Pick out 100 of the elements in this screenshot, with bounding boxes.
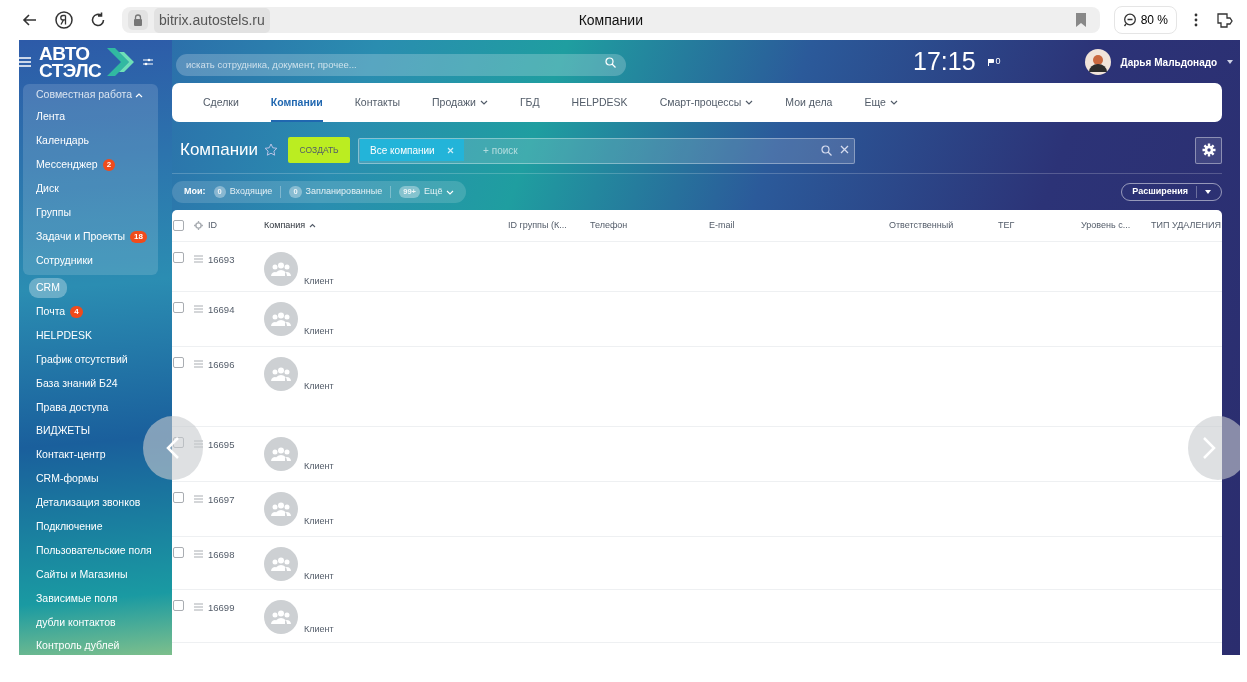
sidebar-item[interactable]: Подключение bbox=[36, 518, 103, 535]
zoom-button[interactable]: 80 % bbox=[1113, 6, 1177, 34]
sidebar-item[interactable]: Группы bbox=[36, 205, 71, 221]
caret-icon[interactable] bbox=[479, 100, 488, 105]
flag-icon[interactable] bbox=[987, 58, 994, 66]
nav-tab[interactable]: Мои дела bbox=[769, 83, 849, 122]
browser-logo-icon[interactable] bbox=[54, 10, 74, 30]
sidebar-item[interactable]: Права доступа bbox=[36, 399, 109, 416]
sidebar-item[interactable]: HELPDESK bbox=[36, 327, 93, 344]
sidebar-item[interactable]: Сотрудники bbox=[36, 253, 93, 269]
drag-handle-icon[interactable] bbox=[194, 603, 203, 611]
select-all-checkbox[interactable] bbox=[173, 220, 184, 231]
company-avatar-icon bbox=[264, 492, 298, 526]
caret-icon[interactable] bbox=[889, 100, 898, 105]
column-header[interactable]: ТИП УДАЛЕНИЯ bbox=[1151, 218, 1222, 233]
column-header[interactable]: ID bbox=[208, 218, 264, 233]
search-icon[interactable] bbox=[605, 57, 616, 68]
sliders-icon[interactable] bbox=[143, 58, 154, 66]
star-icon[interactable] bbox=[264, 143, 279, 157]
nav-tab[interactable]: Еще bbox=[848, 83, 914, 122]
drag-handle-icon[interactable] bbox=[194, 255, 203, 263]
sidebar-item[interactable]: Пользовательские поля bbox=[36, 542, 152, 559]
id-cell-text: 16695 bbox=[208, 438, 236, 452]
row-checkbox[interactable] bbox=[173, 302, 184, 313]
sidebar-item[interactable]: Задачи и Проекты bbox=[36, 229, 126, 245]
next-arrow-button[interactable] bbox=[1188, 416, 1240, 480]
close-icon[interactable] bbox=[840, 145, 850, 154]
column-header[interactable]: E-mail bbox=[709, 218, 889, 233]
row-checkbox[interactable] bbox=[173, 600, 184, 611]
sidebar-item[interactable]: ВИДЖЕТЫ bbox=[36, 423, 91, 440]
column-header[interactable]: ТЕГ bbox=[998, 218, 1081, 233]
zoom-out-icon[interactable] bbox=[1122, 13, 1137, 27]
id-cell-text: 16694 bbox=[208, 303, 236, 317]
company-type: Клиент bbox=[304, 275, 334, 288]
nav-tab[interactable]: Компании bbox=[254, 83, 339, 122]
previous-arrow-button[interactable] bbox=[143, 416, 203, 480]
column-header[interactable]: Ответственный bbox=[889, 218, 998, 233]
column-header[interactable]: Телефон bbox=[590, 218, 709, 233]
page-heading: Компании bbox=[180, 139, 259, 162]
company-avatar-icon bbox=[264, 600, 298, 634]
lock-icon[interactable] bbox=[128, 10, 148, 30]
drag-handle-icon[interactable] bbox=[194, 495, 203, 503]
close-icon[interactable] bbox=[446, 146, 454, 154]
sidebar-item[interactable]: Календарь bbox=[36, 133, 89, 149]
sidebar-item[interactable]: Диск bbox=[36, 181, 59, 197]
row-checkbox[interactable] bbox=[173, 547, 184, 558]
chevron-left-icon[interactable] bbox=[166, 436, 180, 460]
column-header[interactable]: Уровень с... bbox=[1081, 218, 1151, 233]
drag-handle-icon[interactable] bbox=[194, 360, 203, 368]
id-cell-text: 16697 bbox=[208, 493, 236, 507]
company-avatar-icon bbox=[264, 547, 298, 581]
column-header[interactable]: ID группы (К... bbox=[508, 218, 590, 233]
sidebar-item[interactable]: Контакт-центр bbox=[36, 447, 106, 464]
bookmark-icon[interactable] bbox=[1073, 12, 1088, 28]
row-checkbox[interactable] bbox=[173, 492, 184, 503]
sidebar-item[interactable]: График отсутствий bbox=[36, 351, 128, 368]
extension-icon[interactable] bbox=[1215, 10, 1235, 30]
counter-label: Мои: bbox=[184, 185, 206, 199]
section-toggle[interactable]: Совместная работа bbox=[23, 85, 158, 105]
drag-handle-icon[interactable] bbox=[194, 440, 203, 448]
flag-count: 0 bbox=[995, 55, 1001, 69]
nav-tab[interactable]: ГБД bbox=[503, 83, 556, 122]
nav-tab[interactable]: Сделки bbox=[187, 83, 255, 122]
row-checkbox[interactable] bbox=[173, 357, 184, 368]
user-name[interactable]: Дарья Мальдонадо bbox=[1120, 54, 1218, 70]
sidebar-item[interactable]: дубли контактов bbox=[36, 614, 116, 631]
row-checkbox[interactable] bbox=[173, 437, 184, 448]
company-type: Клиент bbox=[304, 325, 334, 338]
column-header[interactable]: Компания bbox=[264, 218, 508, 233]
sidebar-item[interactable]: Почта bbox=[36, 303, 66, 320]
settings-button[interactable] bbox=[1195, 136, 1222, 164]
nav-tab[interactable]: HELPDESK bbox=[555, 83, 644, 122]
sidebar-item[interactable]: Сайты и Магазины bbox=[36, 566, 128, 583]
create-button[interactable]: СОЗДАТЬ bbox=[288, 137, 351, 163]
caret-icon[interactable] bbox=[1227, 60, 1234, 64]
drag-handle-icon[interactable] bbox=[194, 550, 203, 558]
id-cell-text: 16699 bbox=[208, 601, 236, 615]
id-cell-text: 16696 bbox=[208, 358, 236, 372]
search-icon[interactable] bbox=[821, 145, 833, 156]
sidebar-item[interactable]: CRM-формы bbox=[36, 471, 99, 487]
sidebar-item[interactable]: Мессенджер bbox=[36, 157, 98, 173]
company-avatar-icon bbox=[264, 357, 298, 391]
nav-tab[interactable]: Смарт-процессы bbox=[643, 83, 770, 122]
sidebar-item[interactable]: Лента bbox=[36, 109, 66, 125]
url-text[interactable]: bitrix.autostels.ru bbox=[154, 7, 270, 33]
sidebar-item[interactable]: Детализация звонков bbox=[36, 495, 141, 511]
counter-badge: 2 bbox=[102, 159, 116, 171]
menu-icon[interactable] bbox=[19, 57, 31, 67]
settings-icon[interactable] bbox=[1201, 143, 1216, 157]
sidebar-item[interactable]: Зависимые поля bbox=[36, 590, 118, 607]
nav-tab[interactable]: Контакты bbox=[338, 83, 417, 122]
nav-tab[interactable]: Продажи bbox=[416, 83, 504, 122]
id-cell-text: 16698 bbox=[208, 548, 236, 562]
avatar[interactable] bbox=[1084, 49, 1111, 75]
sidebar-item[interactable]: База знаний Б24 bbox=[36, 375, 118, 392]
caret-icon[interactable] bbox=[745, 100, 754, 105]
drag-handle-icon[interactable] bbox=[194, 305, 203, 313]
row-checkbox[interactable] bbox=[173, 252, 184, 263]
company-type: Клиент bbox=[304, 570, 334, 583]
caret-icon[interactable] bbox=[1205, 190, 1211, 194]
